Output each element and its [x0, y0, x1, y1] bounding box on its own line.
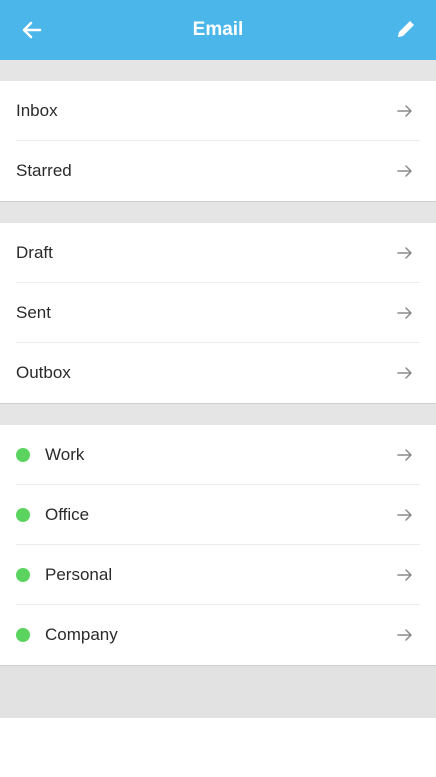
- list-item-office[interactable]: Office: [16, 485, 420, 545]
- folders-group: Draft Sent Outbox: [0, 223, 436, 404]
- list-item-label: Starred: [16, 161, 72, 180]
- labels-group: Work Office Personal Company: [0, 425, 436, 666]
- app-header: Email: [0, 0, 436, 60]
- list-item-label: Draft: [16, 242, 53, 262]
- arrow-right-icon: [397, 246, 412, 259]
- list-item-label: Company: [45, 625, 118, 644]
- edit-button[interactable]: [392, 15, 420, 43]
- list-item-label: Personal: [45, 564, 113, 584]
- section-spacer: [0, 202, 436, 223]
- mailbox-group: Inbox Starred: [0, 81, 436, 202]
- list-item-sent[interactable]: Sent: [16, 283, 420, 343]
- label-color-dot: [16, 507, 30, 522]
- arrow-right-icon: [397, 367, 412, 379]
- pencil-icon: [398, 21, 414, 37]
- arrow-right-icon: [397, 104, 412, 117]
- label-color-dot: [16, 567, 30, 582]
- list-item-label: Office: [45, 504, 90, 524]
- bottom-spacer: [0, 666, 436, 718]
- label-color-dot: [16, 447, 30, 462]
- list-item-personal[interactable]: Personal: [16, 545, 420, 605]
- list-item-draft[interactable]: Draft: [16, 223, 420, 283]
- list-item-starred[interactable]: Starred: [16, 141, 420, 201]
- list-item-outbox[interactable]: Outbox: [16, 343, 420, 403]
- page-title: Email: [192, 19, 244, 40]
- list-item-inbox[interactable]: Inbox: [16, 81, 420, 141]
- arrow-right-icon: [397, 306, 412, 319]
- list-item-label: Work: [45, 444, 85, 464]
- list-item-label: Sent: [16, 302, 51, 322]
- arrow-right-icon: [397, 508, 412, 521]
- list-item-work[interactable]: Work: [16, 425, 420, 485]
- back-button[interactable]: [18, 16, 46, 44]
- arrow-right-icon: [397, 448, 412, 461]
- section-spacer: [0, 404, 436, 425]
- label-color-dot: [16, 628, 30, 642]
- arrow-right-icon: [397, 568, 412, 581]
- arrow-right-icon: [397, 629, 412, 641]
- arrow-left-icon: [22, 21, 42, 39]
- list-item-label: Outbox: [16, 363, 71, 382]
- section-spacer: [0, 60, 436, 81]
- arrow-right-icon: [397, 165, 412, 177]
- list-item-company[interactable]: Company: [16, 605, 420, 665]
- list-item-label: Inbox: [16, 100, 58, 120]
